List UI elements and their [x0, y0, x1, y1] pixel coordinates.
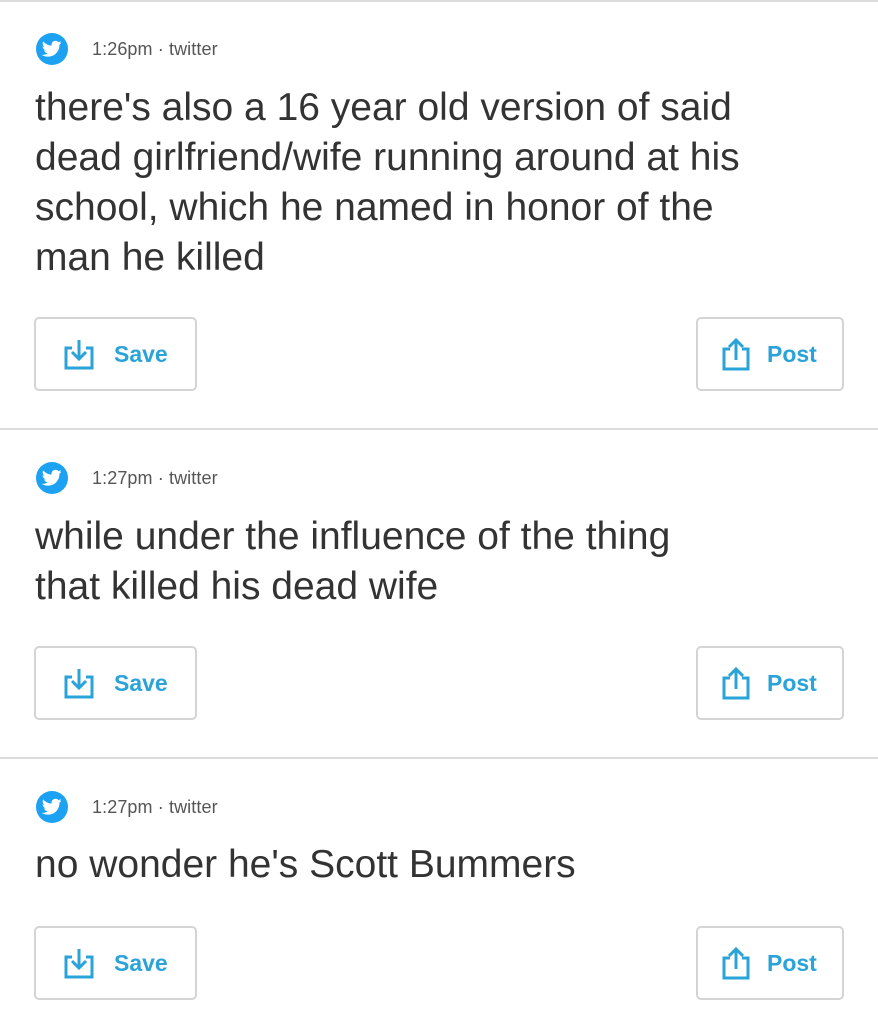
save-label: Save: [114, 949, 168, 976]
share-up-icon: [719, 665, 753, 701]
post-label: Post: [767, 669, 817, 696]
meta-separator: ·: [157, 796, 164, 817]
post-button[interactable]: Post: [696, 926, 844, 1000]
card-divider: [0, 428, 878, 430]
save-label: Save: [114, 669, 168, 696]
top-divider: [0, 0, 878, 2]
twitter-bird-icon: [36, 462, 68, 494]
post-button[interactable]: Post: [696, 317, 844, 391]
save-label: Save: [114, 340, 168, 367]
tweet-meta: 1:27pm · twitter: [36, 462, 218, 494]
tweet-timestamp: 1:27pm · twitter: [92, 468, 218, 489]
tweet-time: 1:27pm: [92, 796, 153, 817]
meta-separator: ·: [157, 467, 164, 488]
download-tray-icon: [62, 665, 96, 701]
tweet-meta: 1:27pm · twitter: [36, 791, 218, 823]
twitter-bird-icon: [36, 791, 68, 823]
tweet-text: while under the influence of the thing t…: [35, 515, 671, 608]
tweet-timestamp: 1:27pm · twitter: [92, 797, 218, 818]
save-button[interactable]: Save: [34, 317, 197, 391]
tweet-feed: 1:26pm · twitter there's also a 16 year …: [0, 0, 878, 1023]
save-button[interactable]: Save: [34, 926, 197, 1000]
tweet-time: 1:27pm: [92, 467, 153, 488]
twitter-bird-icon: [36, 33, 68, 65]
tweet-text: there's also a 16 year old version of sa…: [35, 86, 740, 279]
tweet-time: 1:26pm: [92, 38, 153, 59]
post-label: Post: [767, 340, 817, 367]
tweet-source: twitter: [168, 796, 218, 817]
share-up-icon: [719, 336, 753, 372]
meta-separator: ·: [157, 38, 164, 59]
tweet-timestamp: 1:26pm · twitter: [92, 39, 218, 60]
tweet-source: twitter: [168, 467, 218, 488]
save-button[interactable]: Save: [34, 646, 197, 720]
post-button[interactable]: Post: [696, 646, 844, 720]
download-tray-icon: [62, 336, 96, 372]
download-tray-icon: [62, 945, 96, 981]
share-up-icon: [719, 945, 753, 981]
tweet-meta: 1:26pm · twitter: [36, 33, 218, 65]
post-label: Post: [767, 949, 817, 976]
card-divider: [0, 757, 878, 759]
tweet-source: twitter: [168, 38, 218, 59]
tweet-text: no wonder he's Scott Bummers: [35, 843, 576, 886]
